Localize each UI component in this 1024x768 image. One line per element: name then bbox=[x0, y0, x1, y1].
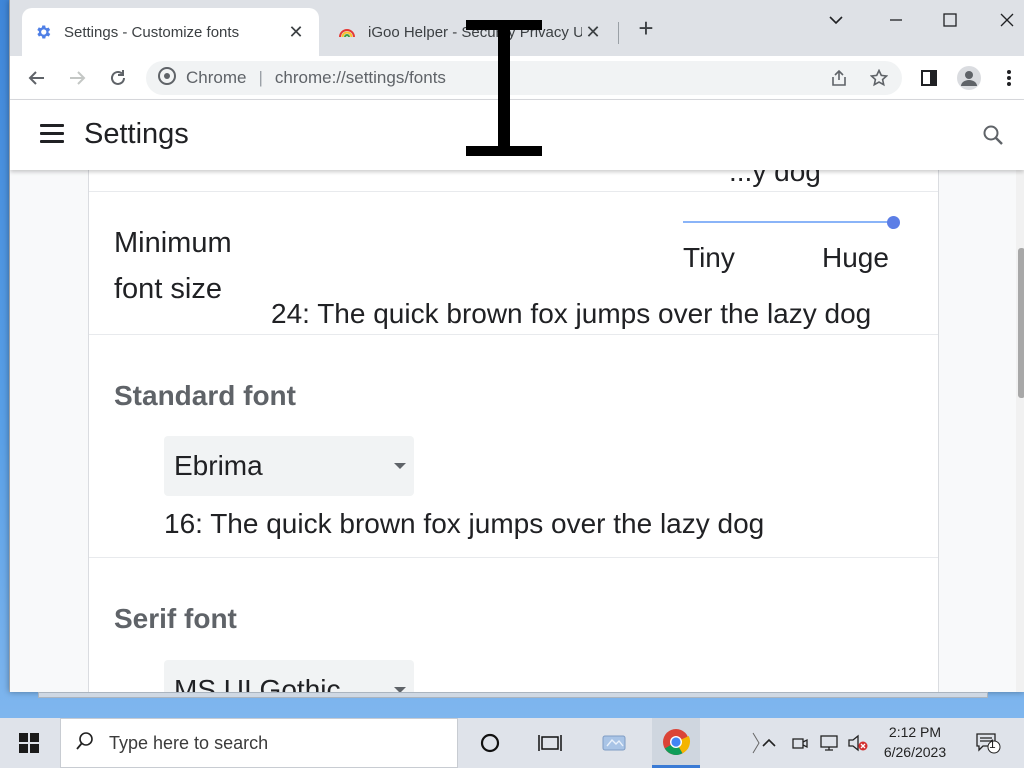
minimum-font-size-label: Minimum font size bbox=[114, 227, 232, 305]
clock-time: 2:12 PM bbox=[888, 724, 942, 740]
windows-start-icon[interactable] bbox=[0, 718, 58, 768]
previous-preview-text: ...y dog bbox=[729, 170, 821, 187]
meet-now-icon[interactable] bbox=[788, 731, 812, 755]
page-title: Settings bbox=[84, 118, 189, 150]
scrollbar-thumb[interactable] bbox=[1018, 248, 1024, 398]
fonts-card: ...y dog Minimum font size Tiny Huge 24:… bbox=[88, 170, 939, 692]
close-tab-icon[interactable]: ✕ bbox=[582, 22, 604, 43]
more-menu-icon[interactable] bbox=[995, 64, 1023, 92]
task-view-icon[interactable] bbox=[526, 718, 574, 768]
gear-icon bbox=[34, 23, 52, 41]
app-icon[interactable] bbox=[590, 718, 638, 768]
tab-separator bbox=[618, 22, 619, 44]
close-tab-icon[interactable]: ✕ bbox=[285, 22, 307, 43]
minimum-font-preview: 24: The quick brown fox jumps over the l… bbox=[271, 298, 872, 329]
omnibox-separator: | bbox=[258, 68, 263, 87]
tab-settings[interactable]: Settings - Customize fonts ✕ bbox=[22, 8, 319, 56]
standard-font-value: Ebrima bbox=[174, 450, 263, 481]
chrome-taskbar-icon[interactable] bbox=[652, 718, 700, 768]
close-window-icon[interactable] bbox=[987, 6, 1024, 34]
rainbow-icon bbox=[338, 23, 356, 41]
standard-font-heading: Standard font bbox=[114, 380, 296, 411]
forward-arrow-icon[interactable] bbox=[63, 64, 91, 92]
show-hidden-icons-chevron-icon[interactable] bbox=[757, 731, 781, 755]
maximize-icon[interactable] bbox=[930, 6, 970, 34]
taskbar-search-box[interactable]: Type here to search bbox=[60, 718, 458, 768]
tab-title: Settings - Customize fonts bbox=[64, 23, 240, 41]
bookmark-star-icon[interactable] bbox=[865, 64, 893, 92]
row-divider bbox=[89, 191, 938, 192]
minimize-icon[interactable] bbox=[876, 6, 916, 34]
taskbar-search-placeholder: Type here to search bbox=[109, 732, 269, 753]
settings-content: ...y dog Minimum font size Tiny Huge 24:… bbox=[10, 170, 1024, 692]
minimum-font-slider-knob[interactable] bbox=[887, 216, 900, 229]
site-chip-label: Chrome bbox=[186, 68, 247, 87]
serif-font-value: MS UI Gothic bbox=[174, 674, 341, 692]
text-cursor-icon bbox=[466, 20, 542, 156]
taskbar: Type here to search 2:12 PM 6/26/2023 1 bbox=[0, 718, 1024, 768]
slider-max-label: Huge bbox=[822, 242, 889, 273]
notifications-icon[interactable]: 1 bbox=[972, 731, 1004, 755]
profile-avatar-icon[interactable] bbox=[955, 64, 983, 92]
dropdown-arrow-icon bbox=[394, 463, 406, 469]
serif-font-heading: Serif font bbox=[114, 603, 237, 634]
window-edge bbox=[38, 692, 988, 698]
url-text[interactable]: chrome://settings/fonts bbox=[275, 68, 446, 88]
tab-search-chevron-icon[interactable] bbox=[816, 6, 856, 34]
volume-muted-icon[interactable] bbox=[846, 731, 870, 755]
system-clock[interactable]: 2:12 PM 6/26/2023 bbox=[875, 722, 955, 762]
row-divider bbox=[89, 557, 938, 558]
standard-font-select[interactable]: Ebrima bbox=[164, 436, 414, 496]
cortana-icon[interactable] bbox=[466, 718, 514, 768]
reload-icon[interactable] bbox=[104, 64, 132, 92]
back-arrow-icon[interactable] bbox=[23, 64, 51, 92]
minimum-font-slider-track[interactable] bbox=[683, 221, 895, 223]
chrome-logo-icon bbox=[158, 66, 176, 90]
row-divider bbox=[89, 334, 938, 335]
network-icon[interactable] bbox=[817, 731, 841, 755]
search-icon[interactable] bbox=[982, 124, 1006, 148]
standard-font-preview: 16: The quick brown fox jumps over the l… bbox=[164, 508, 765, 539]
side-panel-icon[interactable] bbox=[915, 64, 943, 92]
share-icon[interactable] bbox=[825, 64, 853, 92]
slider-min-label: Tiny bbox=[683, 242, 735, 273]
hamburger-menu-icon[interactable] bbox=[40, 124, 64, 146]
new-tab-button[interactable]: + bbox=[634, 15, 658, 41]
clock-date: 6/26/2023 bbox=[883, 744, 947, 760]
search-icon bbox=[75, 731, 95, 756]
serif-font-select[interactable]: MS UI Gothic bbox=[164, 660, 414, 692]
notification-count: 1 bbox=[989, 737, 996, 751]
